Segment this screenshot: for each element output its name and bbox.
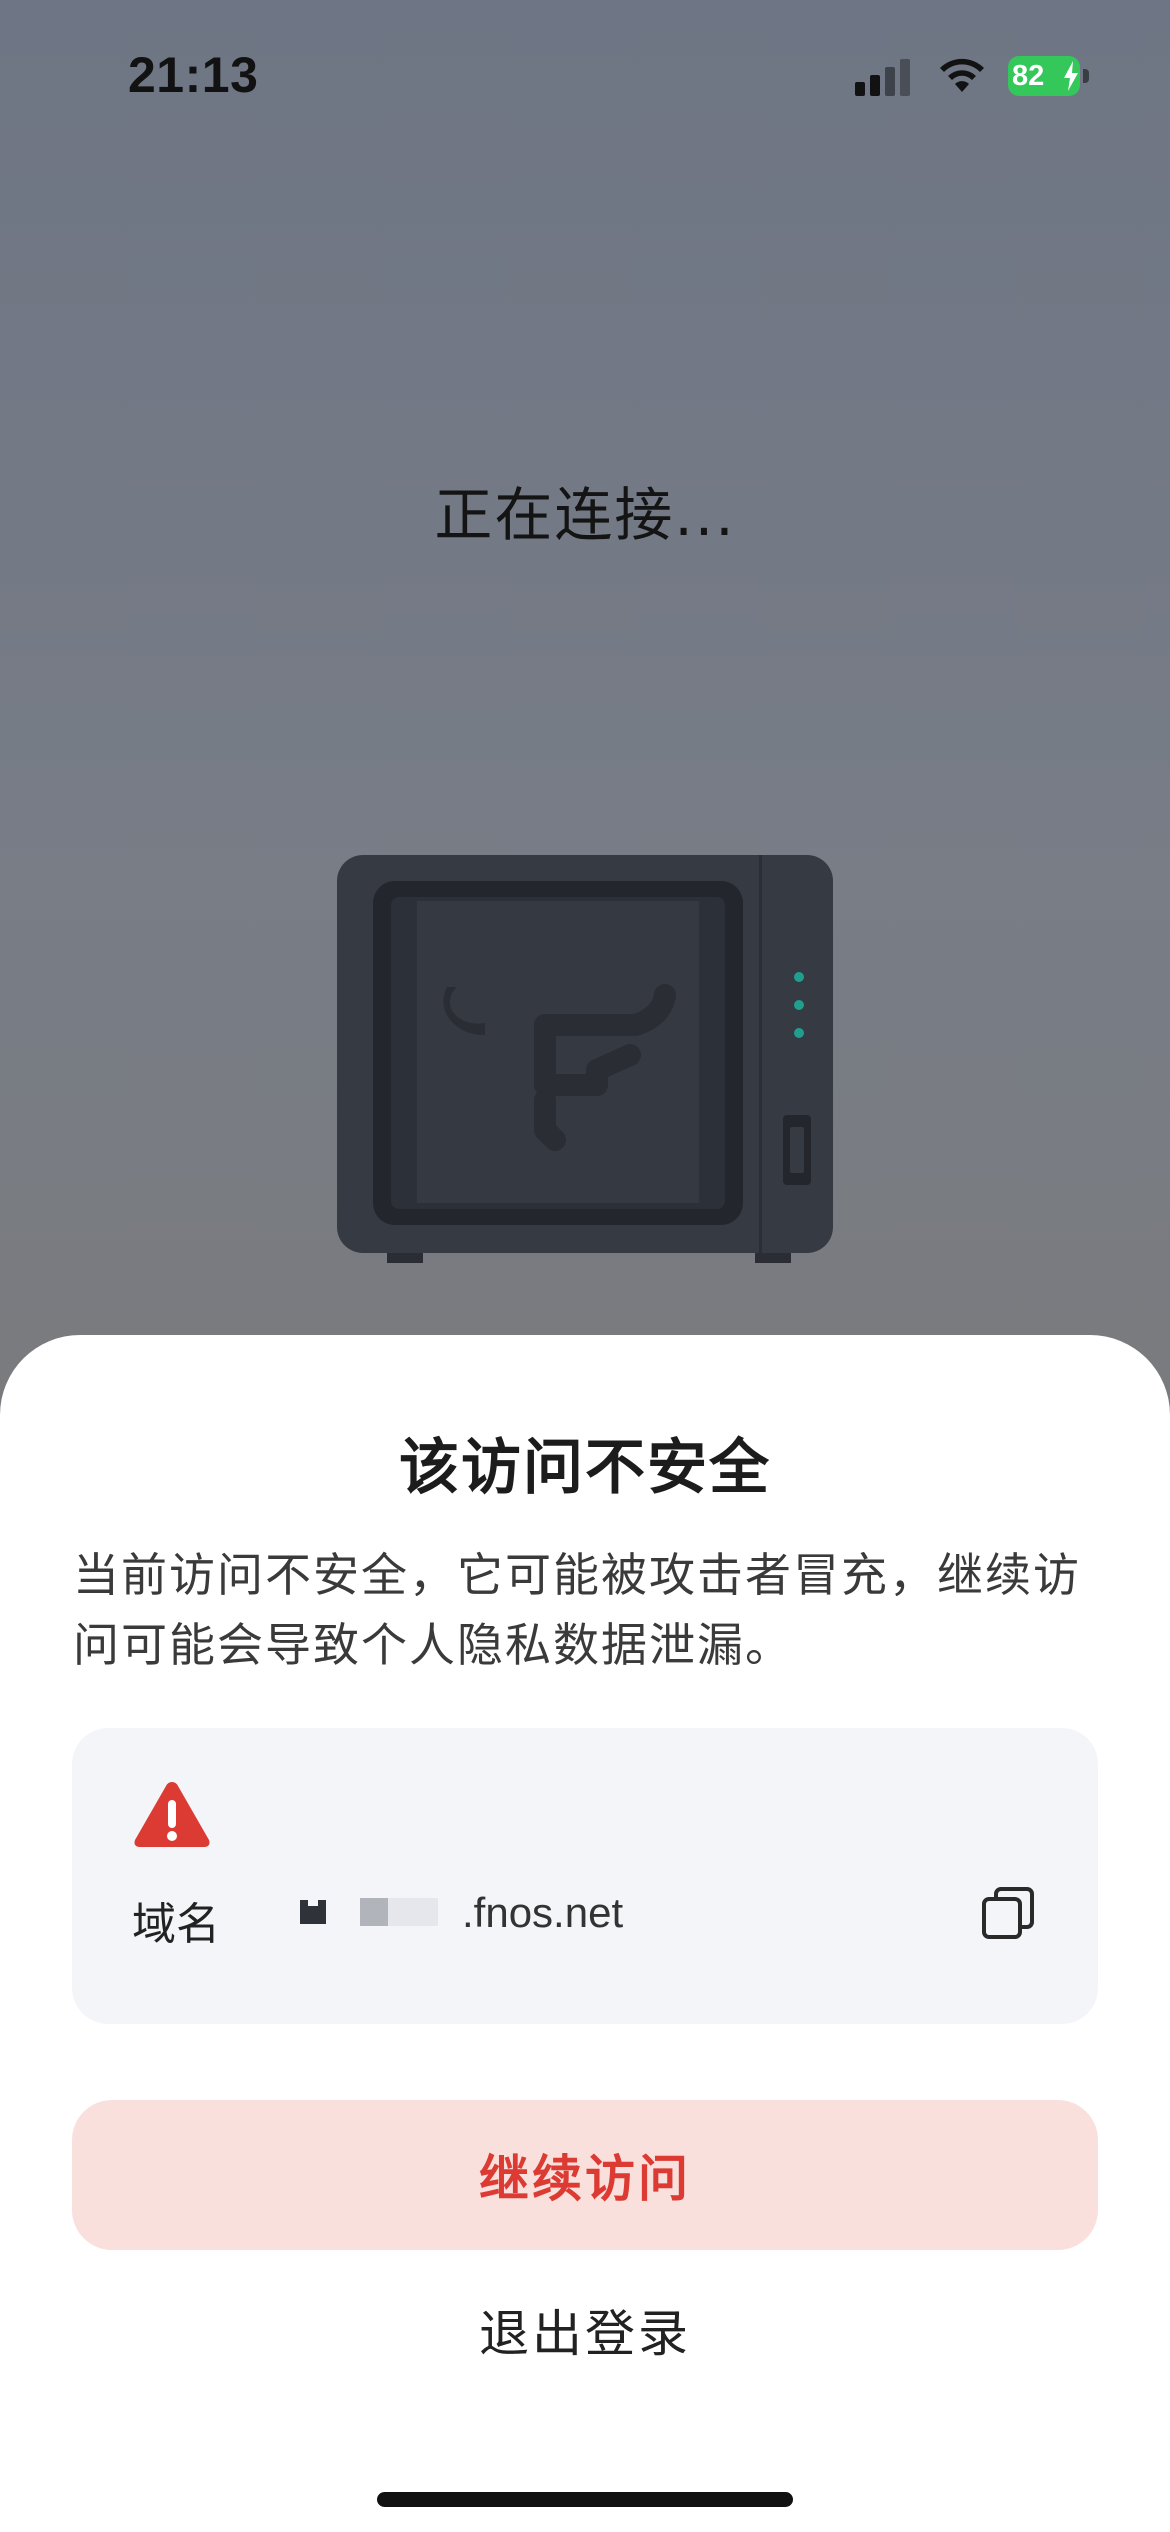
battery-cap bbox=[1083, 69, 1089, 83]
charging-bolt-icon bbox=[1064, 61, 1078, 91]
dialog-description: 当前访问不安全，它可能被攻击者冒充，继续访问可能会导致个人隐私数据泄漏。 bbox=[73, 1548, 1081, 1672]
domain-value: .fnos.net bbox=[462, 1889, 624, 1936]
status-time: 21:13 bbox=[128, 47, 259, 103]
connecting-text: 正在连接... bbox=[434, 481, 736, 549]
insecure-access-dialog: 该访问不安全 当前访问不安全，它可能被攻击者冒充，继续访问可能会导致个人隐私数据… bbox=[0, 1335, 1170, 2532]
logout-button[interactable]: 退出登录 bbox=[385, 2275, 785, 2385]
redacted-domain-prefix bbox=[300, 1898, 438, 1926]
warning-triangle-icon bbox=[134, 1782, 210, 1847]
wifi-icon bbox=[940, 58, 984, 92]
domain-label: 域名 bbox=[132, 1899, 220, 1950]
nas-device-illustration bbox=[337, 855, 833, 1263]
status-bar: 21:13 82 bbox=[0, 0, 1170, 150]
copy-icon[interactable] bbox=[980, 1885, 1036, 1941]
dialog-title: 该访问不安全 bbox=[399, 1433, 771, 1503]
continue-access-button[interactable]: 继续访问 bbox=[72, 2100, 1098, 2250]
battery-icon: 82 bbox=[1008, 56, 1090, 96]
domain-info-card: 域名 .fnos.net bbox=[72, 1728, 1098, 2024]
home-indicator[interactable] bbox=[377, 2492, 793, 2507]
signal-icon bbox=[855, 59, 910, 96]
